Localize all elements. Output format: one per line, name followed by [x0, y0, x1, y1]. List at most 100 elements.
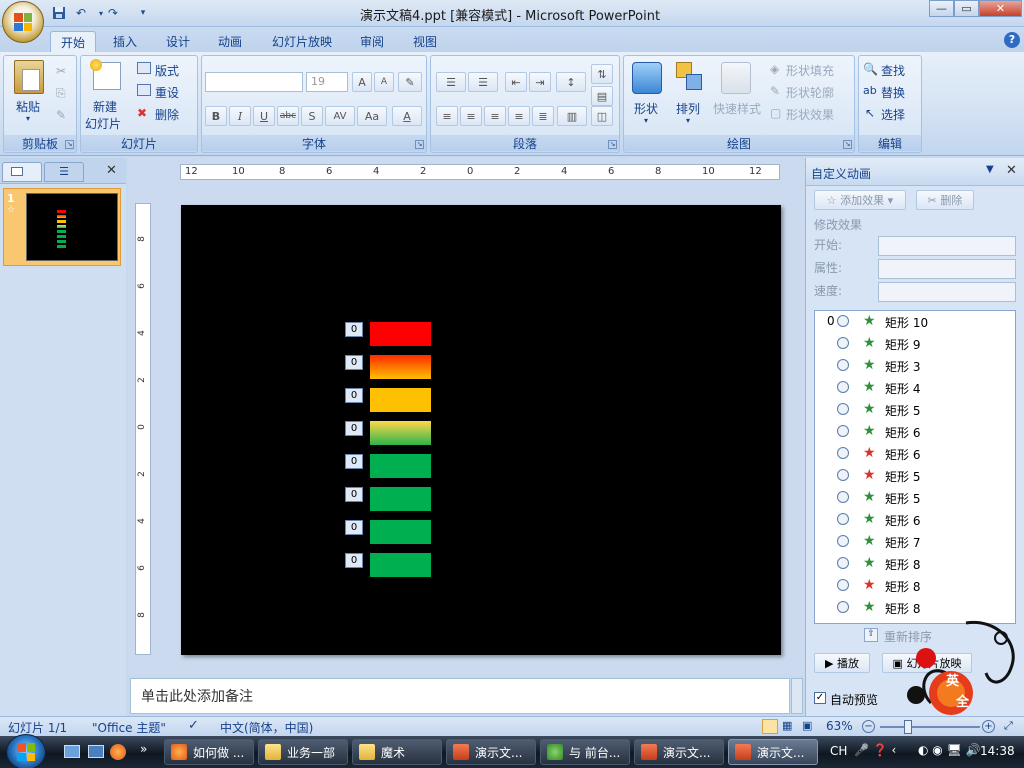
level-bar[interactable] — [370, 487, 431, 511]
autopreview-checkbox[interactable]: ✓ — [814, 692, 826, 704]
delete-slide-button[interactable]: 删除 — [155, 106, 179, 123]
zoom-level[interactable]: 63% — [826, 719, 853, 733]
play-button[interactable]: ▶ 播放 — [814, 653, 870, 673]
quick-styles-button[interactable]: 快速样式 — [713, 100, 761, 117]
tab-insert[interactable]: 插入 — [103, 31, 147, 52]
tab-design[interactable]: 设计 — [156, 31, 200, 52]
tab-animations[interactable]: 动画 — [208, 31, 252, 52]
font-name-combo[interactable] — [205, 72, 303, 92]
taskbar-item[interactable]: 演示文... — [728, 739, 818, 765]
line-spacing-icon[interactable]: ↕ — [556, 72, 586, 92]
taskbar-item[interactable]: 如何做 ... — [164, 739, 254, 765]
find-button[interactable]: 查找 — [881, 62, 905, 79]
grow-font-button[interactable]: A — [352, 72, 372, 92]
cut-icon[interactable]: ✂ — [56, 64, 66, 78]
add-effect-button[interactable]: ☆ 添加效果 ▾ — [814, 190, 906, 210]
minimize-button[interactable]: — — [929, 0, 954, 17]
columns-icon[interactable]: ▥ — [557, 106, 587, 126]
speed-select[interactable] — [878, 282, 1016, 302]
animation-list-item[interactable]: ★ 矩形 5 — [815, 487, 1015, 509]
level-bar[interactable] — [370, 388, 431, 412]
animation-order-tag[interactable]: 0 — [345, 421, 363, 436]
font-size-combo[interactable]: 19 — [306, 72, 348, 92]
help-icon[interactable]: ? — [1004, 32, 1020, 48]
font-color-button[interactable]: A — [392, 106, 422, 126]
zoom-slider[interactable] — [880, 726, 980, 728]
slide-canvas[interactable]: 0 0 0 0 0 0 0 0 — [181, 205, 781, 655]
customize-qat-icon[interactable]: ▾ — [134, 4, 152, 22]
notes-scrollbar[interactable] — [791, 678, 803, 714]
increase-indent-icon[interactable]: ⇥ — [529, 72, 551, 92]
smartart-icon[interactable]: ◫ — [591, 106, 613, 126]
start-select[interactable] — [878, 236, 1016, 256]
close-panel-icon[interactable]: ✕ — [106, 163, 117, 178]
animation-list-item[interactable]: ★ 矩形 8 — [815, 553, 1015, 575]
layout-button[interactable]: 版式 — [155, 62, 179, 79]
notes-pane[interactable]: 单击此处添加备注 — [130, 678, 790, 714]
level-bar[interactable] — [370, 355, 431, 379]
more-quicklaunch-icon[interactable]: » — [140, 742, 147, 756]
paste-button[interactable]: 粘贴 — [16, 98, 40, 115]
paragraph-launcher-icon[interactable]: ↘ — [608, 140, 617, 149]
animation-list-item[interactable]: 0 ★ 矩形 10 — [815, 311, 1015, 333]
level-bar[interactable] — [370, 553, 431, 577]
shape-button[interactable]: 形状 — [634, 100, 658, 117]
select-button[interactable]: 选择 — [881, 106, 905, 123]
tab-slideshow[interactable]: 幻灯片放映 — [262, 31, 342, 52]
spellcheck-icon[interactable]: ✓ — [188, 718, 199, 733]
shape-fill-button[interactable]: 形状填充 — [786, 62, 834, 79]
align-right-icon[interactable]: ≡ — [484, 106, 506, 126]
start-button[interactable] — [6, 734, 46, 768]
distribute-icon[interactable]: ≣ — [532, 106, 554, 126]
text-direction-icon[interactable]: ⇅ — [591, 64, 613, 84]
numbering-icon[interactable]: ☰ — [468, 72, 498, 92]
zoom-out-icon[interactable]: − — [862, 720, 875, 733]
remove-effect-button[interactable]: ✂ 删除 — [916, 190, 974, 210]
justify-icon[interactable]: ≡ — [508, 106, 530, 126]
format-painter-icon[interactable]: ✎ — [56, 108, 66, 122]
office-button[interactable] — [2, 1, 44, 43]
input-language[interactable]: CH — [830, 744, 847, 758]
firefox-quicklaunch-icon[interactable] — [110, 744, 126, 760]
maximize-button[interactable]: ▭ — [954, 0, 979, 17]
tab-outline[interactable]: ☰ — [44, 162, 84, 182]
tab-review[interactable]: 审阅 — [350, 31, 394, 52]
animation-order-tag[interactable]: 0 — [345, 355, 363, 370]
reset-button[interactable]: 重设 — [155, 84, 179, 101]
replace-button[interactable]: 替换 — [881, 84, 905, 101]
language-status[interactable]: 中文(简体，中国) — [220, 719, 313, 736]
taskbar-item[interactable]: 演示文... — [446, 739, 536, 765]
tab-home[interactable]: 开始 — [50, 31, 97, 52]
arrange-dropdown-icon[interactable]: ▾ — [686, 116, 690, 125]
animation-order-tag[interactable]: 0 — [345, 322, 363, 337]
change-case-button[interactable]: Aa — [357, 106, 387, 126]
underline-button[interactable]: U — [253, 106, 275, 126]
paste-dropdown-icon[interactable]: ▾ — [26, 114, 30, 123]
bullets-icon[interactable]: ☰ — [436, 72, 466, 92]
clock[interactable]: 14:38 — [980, 744, 1015, 758]
align-left-icon[interactable]: ≡ — [436, 106, 458, 126]
decrease-indent-icon[interactable]: ⇤ — [505, 72, 527, 92]
animation-list-item[interactable]: ★ 矩形 5 — [815, 465, 1015, 487]
taskbar-item[interactable]: 演示文... — [634, 739, 724, 765]
sorter-view-icon[interactable]: ▦ — [782, 719, 792, 732]
copy-icon[interactable]: ⎘ — [56, 86, 66, 101]
level-bar[interactable] — [370, 322, 431, 346]
level-bar[interactable] — [370, 421, 431, 445]
font-launcher-icon[interactable]: ↘ — [415, 140, 424, 149]
close-pane-icon[interactable]: ✕ — [1006, 163, 1017, 178]
shrink-font-button[interactable]: A — [374, 72, 394, 92]
fit-to-window-icon[interactable]: ⤢ — [1004, 719, 1013, 733]
tab-view[interactable]: 视图 — [403, 31, 447, 52]
show-desktop-icon[interactable] — [64, 745, 80, 758]
level-bar[interactable] — [370, 520, 431, 544]
pane-options-icon[interactable]: ▼ — [986, 164, 994, 175]
animation-list[interactable]: 0 ★ 矩形 10 ★ 矩形 9 ★ 矩形 3 ★ 矩形 4 ★ 矩形 5 ★ 矩形 6 ★ 矩形 6 ★ 矩形… — [814, 310, 1016, 624]
clear-format-icon[interactable]: ✎ — [398, 72, 422, 92]
zoom-slider-thumb[interactable] — [904, 720, 912, 734]
slide-thumbnail[interactable]: 1 ☆ — [3, 188, 121, 266]
property-select[interactable] — [878, 259, 1016, 279]
animation-list-item[interactable]: ★ 矩形 9 — [815, 333, 1015, 355]
strikethrough-button[interactable]: abc — [277, 106, 299, 126]
animation-list-item[interactable]: ★ 矩形 6 — [815, 421, 1015, 443]
